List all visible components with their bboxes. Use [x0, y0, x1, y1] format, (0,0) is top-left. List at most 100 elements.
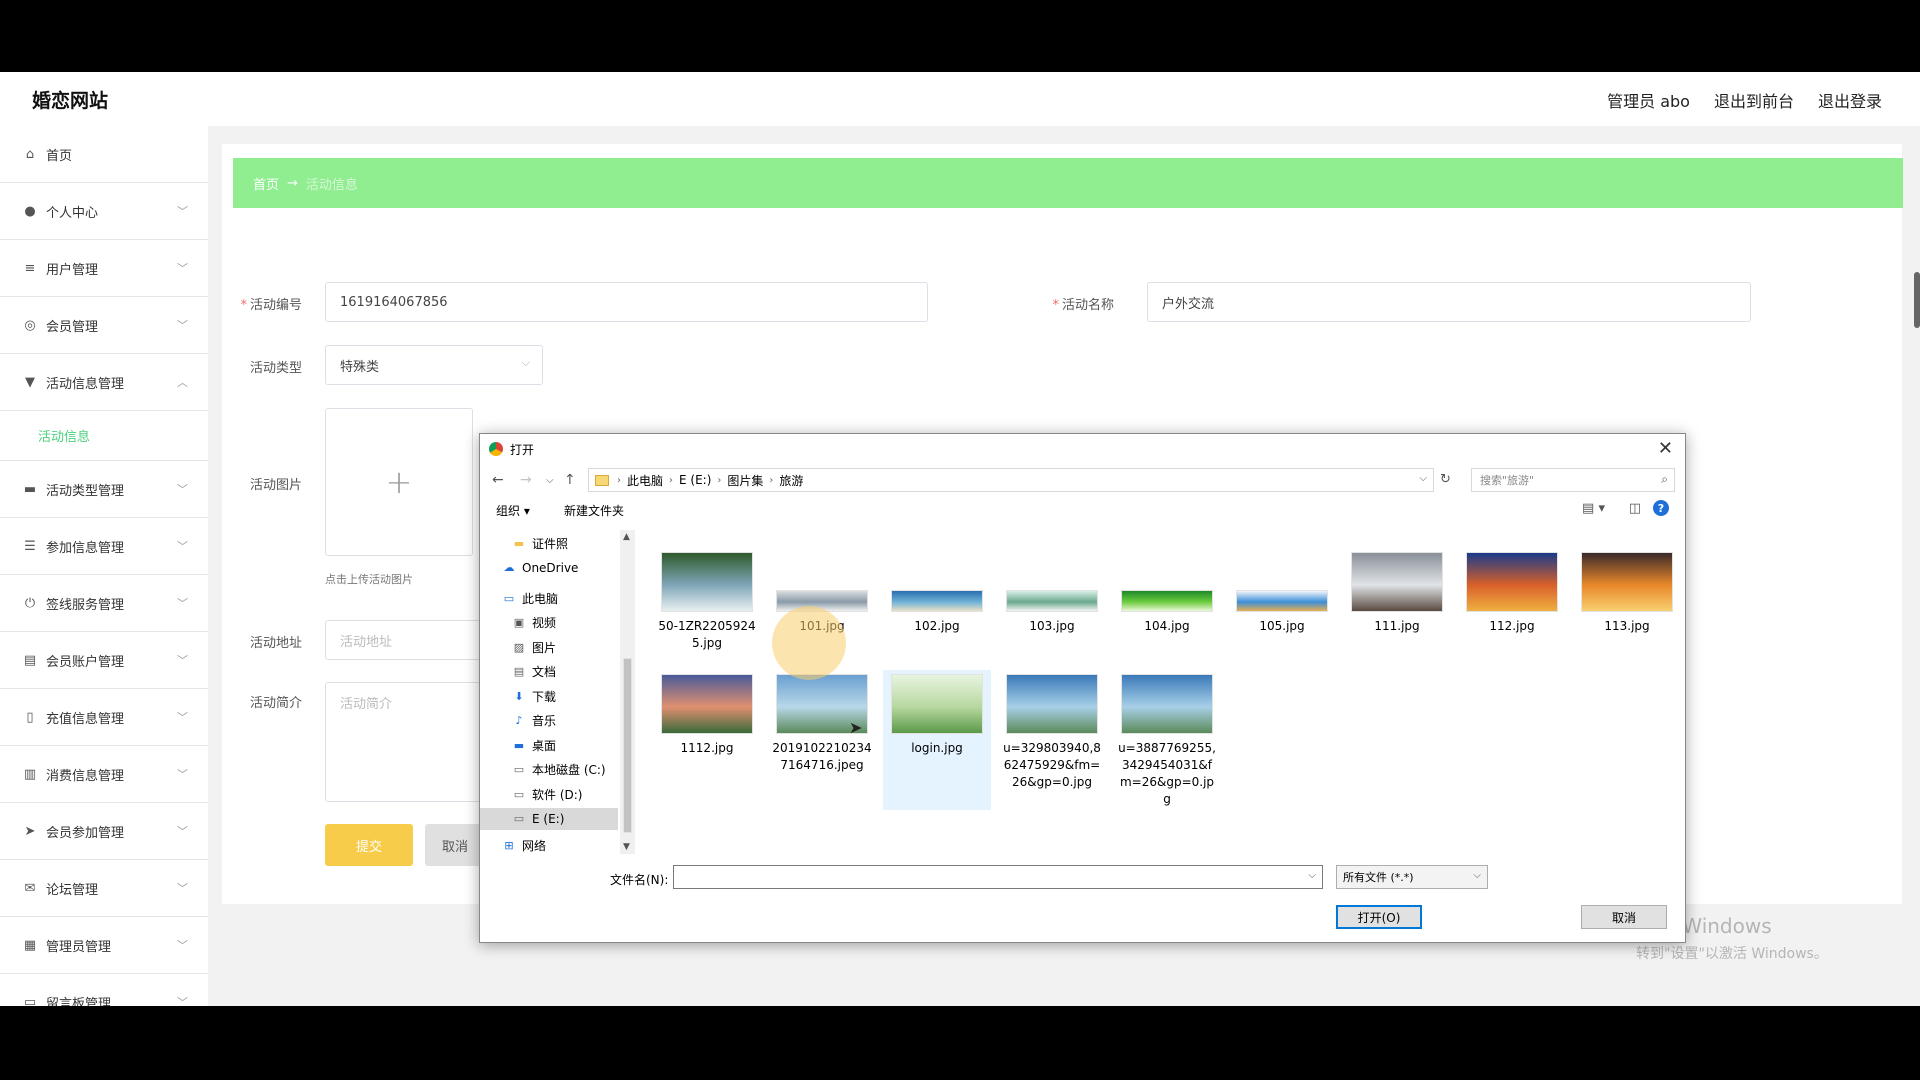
path-crumb-2[interactable]: 图片集: [727, 472, 763, 489]
page-scrollbar[interactable]: [1914, 272, 1920, 328]
path-crumb-1[interactable]: E (E:): [679, 473, 711, 487]
tree-item[interactable]: ⊞ 网络: [480, 834, 618, 854]
to-frontend-link[interactable]: 退出到前台: [1714, 88, 1794, 112]
submit-button[interactable]: 提交: [325, 824, 413, 866]
tree-item[interactable]: ▭ E (E:): [480, 807, 618, 830]
dialog-navbar: ← → ⌵ ↑ › 此电脑 › E (E:) › 图片集 › 旅游 ⌵ ↻ 搜索…: [480, 468, 1685, 494]
chevron-down-icon: ﹀: [177, 996, 188, 1006]
refresh-icon[interactable]: ↻: [1440, 472, 1451, 487]
tree-item[interactable]: ▣ 视频: [480, 612, 618, 634]
file-item[interactable]: 111.jpg: [1343, 548, 1451, 660]
new-folder-button[interactable]: 新建文件夹: [564, 502, 624, 519]
message-icon: ▭: [23, 994, 37, 1007]
sidebar-item-4[interactable]: ▼ 活动信息管理 ︿: [0, 354, 208, 411]
tree-item[interactable]: ▬ 桌面: [480, 734, 618, 756]
monitor-icon: ▬: [23, 481, 37, 497]
sidebar-item-1[interactable]: ● 个人中心 ﹀: [0, 183, 208, 240]
user-icon: ●: [24, 203, 36, 219]
file-item[interactable]: 104.jpg: [1113, 548, 1221, 660]
recent-dropdown-icon[interactable]: ⌵: [546, 475, 554, 486]
file-item[interactable]: 20191022102347164716.jpeg: [768, 670, 876, 810]
preview-pane-icon[interactable]: ◫: [1629, 501, 1641, 516]
file-item[interactable]: u=329803940,862475929&fm=26&gp=0.jpg: [998, 670, 1106, 810]
type-select[interactable]: 特殊类 ⌵: [325, 345, 543, 385]
tree-item[interactable]: ☁ OneDrive: [480, 557, 618, 579]
file-item[interactable]: 102.jpg: [883, 548, 991, 660]
address-bar[interactable]: › 此电脑 › E (E:) › 图片集 › 旅游 ⌵: [588, 468, 1434, 492]
image-thumbnail: [1581, 552, 1673, 612]
sidebar: ⌂ 首页 ● 个人中心 ﹀ ≡ 用户管理 ﹀ ◎ 会员管理 ﹀ ▼ 活动信息管理 ︿ 活动信息 ▬ 活动类型管理…: [0, 126, 208, 1006]
sidebar-item-10[interactable]: ▥ 消费信息管理 ﹀: [0, 746, 208, 803]
sidebar-item-14[interactable]: ▭ 留言板管理 ﹀: [0, 974, 208, 1007]
logout-link[interactable]: 退出登录: [1818, 88, 1882, 112]
sidebar-item-6[interactable]: ☰ 参加信息管理 ﹀: [0, 518, 208, 575]
tree-item[interactable]: ♪ 音乐: [480, 710, 618, 732]
path-crumb-0[interactable]: 此电脑: [627, 472, 663, 489]
address-dropdown-icon[interactable]: ⌵: [1419, 473, 1427, 484]
tree-item[interactable]: ▬ 证件照: [480, 532, 618, 554]
tree-item[interactable]: ▭ 此电脑: [480, 587, 618, 609]
tree-item[interactable]: ▤ 文档: [480, 661, 618, 683]
sidebar-item-label: 活动类型管理: [46, 483, 125, 499]
sidebar-item-7[interactable]: ⏻ 签线服务管理 ﹀: [0, 575, 208, 632]
file-item[interactable]: 50-1ZR22059245.jpg: [653, 548, 761, 660]
file-item[interactable]: 1112.jpg: [653, 670, 761, 810]
filename-dropdown-icon[interactable]: ⌵: [1308, 870, 1316, 881]
chevron-down-icon: ﹀: [177, 319, 188, 332]
download-icon: ⬇: [514, 689, 524, 703]
sidebar-item-11[interactable]: ➤ 会员参加管理 ﹀: [0, 803, 208, 860]
address-input[interactable]: 活动地址: [325, 620, 485, 660]
tree-scrollbar[interactable]: ▲ ▼: [620, 530, 635, 854]
file-item[interactable]: login.jpg: [883, 670, 991, 810]
filetype-dropdown-icon: ⌵: [1473, 870, 1481, 881]
help-icon[interactable]: ?: [1653, 500, 1669, 516]
image-thumbnail: [1466, 552, 1558, 612]
name-input[interactable]: 户外交流: [1147, 282, 1751, 322]
tree-item[interactable]: ▨ 图片: [480, 636, 618, 658]
sidebar-item-2[interactable]: ≡ 用户管理 ﹀: [0, 240, 208, 297]
upload-hint: 点击上传活动图片: [325, 573, 413, 586]
up-arrow-icon[interactable]: ↑: [564, 472, 576, 488]
filetype-select[interactable]: 所有文件 (*.*) ⌵: [1336, 865, 1488, 889]
scroll-up-icon[interactable]: ▲: [623, 532, 630, 542]
file-item[interactable]: 103.jpg: [998, 548, 1106, 660]
search-input[interactable]: 搜索"旅游" ⌕: [1471, 468, 1675, 492]
intro-textarea[interactable]: 活动简介: [325, 682, 485, 802]
tree-item[interactable]: ⬇ 下载: [480, 685, 618, 707]
tree-scroll-thumb[interactable]: [623, 658, 632, 833]
sidebar-item-label: 首页: [46, 148, 73, 164]
sidebar-item-3[interactable]: ◎ 会员管理 ﹀: [0, 297, 208, 354]
file-item[interactable]: 112.jpg: [1458, 548, 1566, 660]
sidebar-item-12[interactable]: ✉ 论坛管理 ﹀: [0, 860, 208, 917]
forward-arrow-icon[interactable]: →: [520, 472, 532, 488]
path-crumb-3[interactable]: 旅游: [779, 472, 803, 489]
tree-item[interactable]: ▭ 本地磁盘 (C:): [480, 759, 618, 781]
sidebar-item-label: 管理员管理: [46, 939, 112, 955]
sidebar-item-8[interactable]: ▤ 会员账户管理 ﹀: [0, 632, 208, 689]
scroll-down-icon[interactable]: ▼: [623, 842, 630, 852]
admin-user-label[interactable]: 管理员 abo: [1607, 88, 1690, 112]
sidebar-item-label: 会员账户管理: [46, 654, 125, 670]
file-item[interactable]: u=3887769255,3429454031&fm=26&gp=0.jpg: [1113, 670, 1221, 810]
close-icon[interactable]: ✕: [1658, 438, 1673, 459]
organize-menu[interactable]: 组织 ▾: [496, 502, 530, 519]
filename-input[interactable]: ⌵: [673, 865, 1323, 889]
watermark-line2: 转到"设置"以激活 Windows。: [1636, 946, 1828, 962]
open-button[interactable]: 打开(O): [1336, 905, 1422, 929]
view-options-icon[interactable]: ▤ ▾: [1582, 501, 1605, 516]
file-item[interactable]: 105.jpg: [1228, 548, 1336, 660]
tree-item[interactable]: ▭ 软件 (D:): [480, 783, 618, 805]
cancel-button[interactable]: 取消: [425, 824, 485, 866]
code-input[interactable]: 1619164067856: [325, 282, 928, 322]
dialog-cancel-button[interactable]: 取消: [1581, 905, 1667, 929]
back-arrow-icon[interactable]: ←: [492, 472, 504, 488]
file-item[interactable]: 113.jpg: [1573, 548, 1681, 660]
sidebar-item-5[interactable]: ▬ 活动类型管理 ﹀: [0, 461, 208, 518]
image-upload-box[interactable]: +: [325, 408, 473, 556]
sidebar-item-13[interactable]: ▦ 管理员管理 ﹀: [0, 917, 208, 974]
sidebar-subitem-active[interactable]: 活动信息: [0, 411, 208, 461]
breadcrumb-home[interactable]: 首页: [253, 174, 279, 193]
sidebar-item-0[interactable]: ⌂ 首页: [0, 126, 208, 183]
sidebar-item-9[interactable]: ▯ 充值信息管理 ﹀: [0, 689, 208, 746]
file-name: 103.jpg: [1029, 619, 1075, 633]
